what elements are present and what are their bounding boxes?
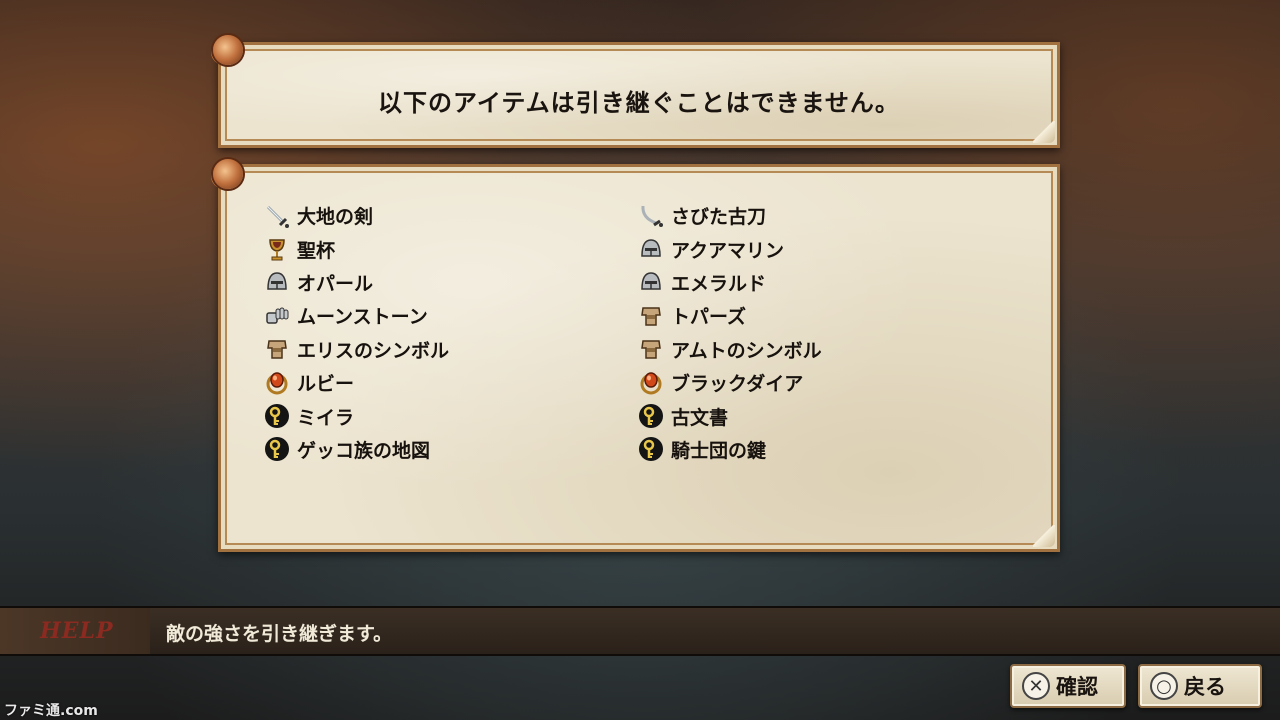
item-row: アクアマリン bbox=[637, 232, 822, 265]
page-curl-icon bbox=[1033, 525, 1055, 547]
item-row: エリスのシンボル bbox=[263, 333, 449, 366]
item-row: 騎士団の鍵 bbox=[637, 433, 822, 466]
item-label: さびた古刀 bbox=[671, 206, 767, 229]
cross-button-icon: ✕ bbox=[1022, 672, 1050, 700]
back-button[interactable]: ○ 戻る bbox=[1138, 664, 1262, 708]
item-row: さびた古刀 bbox=[637, 199, 822, 232]
item-label: 聖杯 bbox=[297, 239, 336, 262]
dialog-ornament-icon bbox=[213, 35, 243, 65]
key-icon bbox=[263, 435, 291, 463]
helmet-icon bbox=[637, 268, 665, 296]
item-label: オパール bbox=[297, 272, 374, 295]
confirm-button-label: 確認 bbox=[1056, 675, 1098, 699]
help-label: HELP bbox=[40, 618, 114, 644]
item-row: トパーズ bbox=[637, 299, 822, 332]
key-icon bbox=[263, 402, 291, 430]
item-label: ブラックダイア bbox=[671, 373, 804, 396]
message-dialog: 以下のアイテムは引き継ぐことはできません。 bbox=[213, 35, 1060, 148]
help-bar: HELP 敵の強さを引き継ぎます。 bbox=[0, 606, 1280, 656]
dialog-message: 以下のアイテムは引き継ぐことはできません。 bbox=[378, 89, 900, 117]
item-label: 大地の剣 bbox=[297, 206, 374, 229]
helmet-icon bbox=[263, 268, 291, 296]
item-row: ムーンストーン bbox=[263, 299, 449, 332]
item-label: ゲッコ族の地図 bbox=[297, 439, 431, 462]
item-row: ミイラ bbox=[263, 399, 449, 432]
item-row: 大地の剣 bbox=[263, 199, 449, 232]
helmet-icon bbox=[637, 235, 665, 263]
ring-icon bbox=[263, 369, 291, 397]
item-row: ルビー bbox=[263, 366, 449, 399]
item-row: ブラックダイア bbox=[637, 366, 822, 399]
armor-icon bbox=[637, 335, 665, 363]
scimitar-icon bbox=[637, 202, 665, 230]
armor-icon bbox=[637, 302, 665, 330]
dialog-ornament-icon bbox=[213, 159, 243, 189]
item-label: 古文書 bbox=[671, 406, 729, 429]
item-label: エメラルド bbox=[671, 272, 767, 295]
item-row: アムトのシンボル bbox=[637, 333, 822, 366]
circle-button-icon: ○ bbox=[1150, 672, 1178, 700]
confirm-button[interactable]: ✕ 確認 bbox=[1010, 664, 1126, 708]
page-curl-icon bbox=[1033, 121, 1055, 143]
item-label: ルビー bbox=[297, 373, 355, 396]
item-row: エメラルド bbox=[637, 266, 822, 299]
item-column-right: さびた古刀アクアマリン エメラルドトパーズアムトのシンボル ブラックダイア 古文書騎士… bbox=[637, 199, 822, 466]
item-row: 聖杯 bbox=[263, 232, 449, 265]
item-label: アクアマリン bbox=[671, 239, 785, 262]
help-label-box: HELP bbox=[0, 608, 150, 654]
item-column-left: 大地の剣聖杯オパールムーンストーン エリスのシンボル ルビーミイラゲッコ族の地図 bbox=[263, 199, 449, 466]
item-label: アムトのシンボル bbox=[671, 339, 822, 362]
watermark: ファミ通.com bbox=[4, 703, 98, 719]
chalice-icon bbox=[263, 235, 291, 263]
key-icon bbox=[637, 402, 665, 430]
ring-icon bbox=[637, 369, 665, 397]
help-text: 敵の強さを引き継ぎます。 bbox=[166, 623, 393, 645]
item-label: エリスのシンボル bbox=[297, 339, 450, 362]
key-icon bbox=[637, 435, 665, 463]
item-label: ミイラ bbox=[297, 406, 355, 429]
item-list-dialog: 大地の剣聖杯オパールムーンストーン エリスのシンボル ルビーミイラゲッコ族の地図 さ… bbox=[213, 159, 1060, 552]
item-row: 古文書 bbox=[637, 399, 822, 432]
item-label: 騎士団の鍵 bbox=[671, 439, 767, 462]
back-button-label: 戻る bbox=[1184, 675, 1226, 699]
item-label: ムーンストーン bbox=[297, 306, 428, 329]
sword-icon bbox=[263, 202, 291, 230]
item-row: ゲッコ族の地図 bbox=[263, 433, 449, 466]
gauntlet-icon bbox=[263, 302, 291, 330]
item-label: トパーズ bbox=[671, 306, 747, 329]
item-row: オパール bbox=[263, 266, 449, 299]
armor-icon bbox=[263, 335, 291, 363]
